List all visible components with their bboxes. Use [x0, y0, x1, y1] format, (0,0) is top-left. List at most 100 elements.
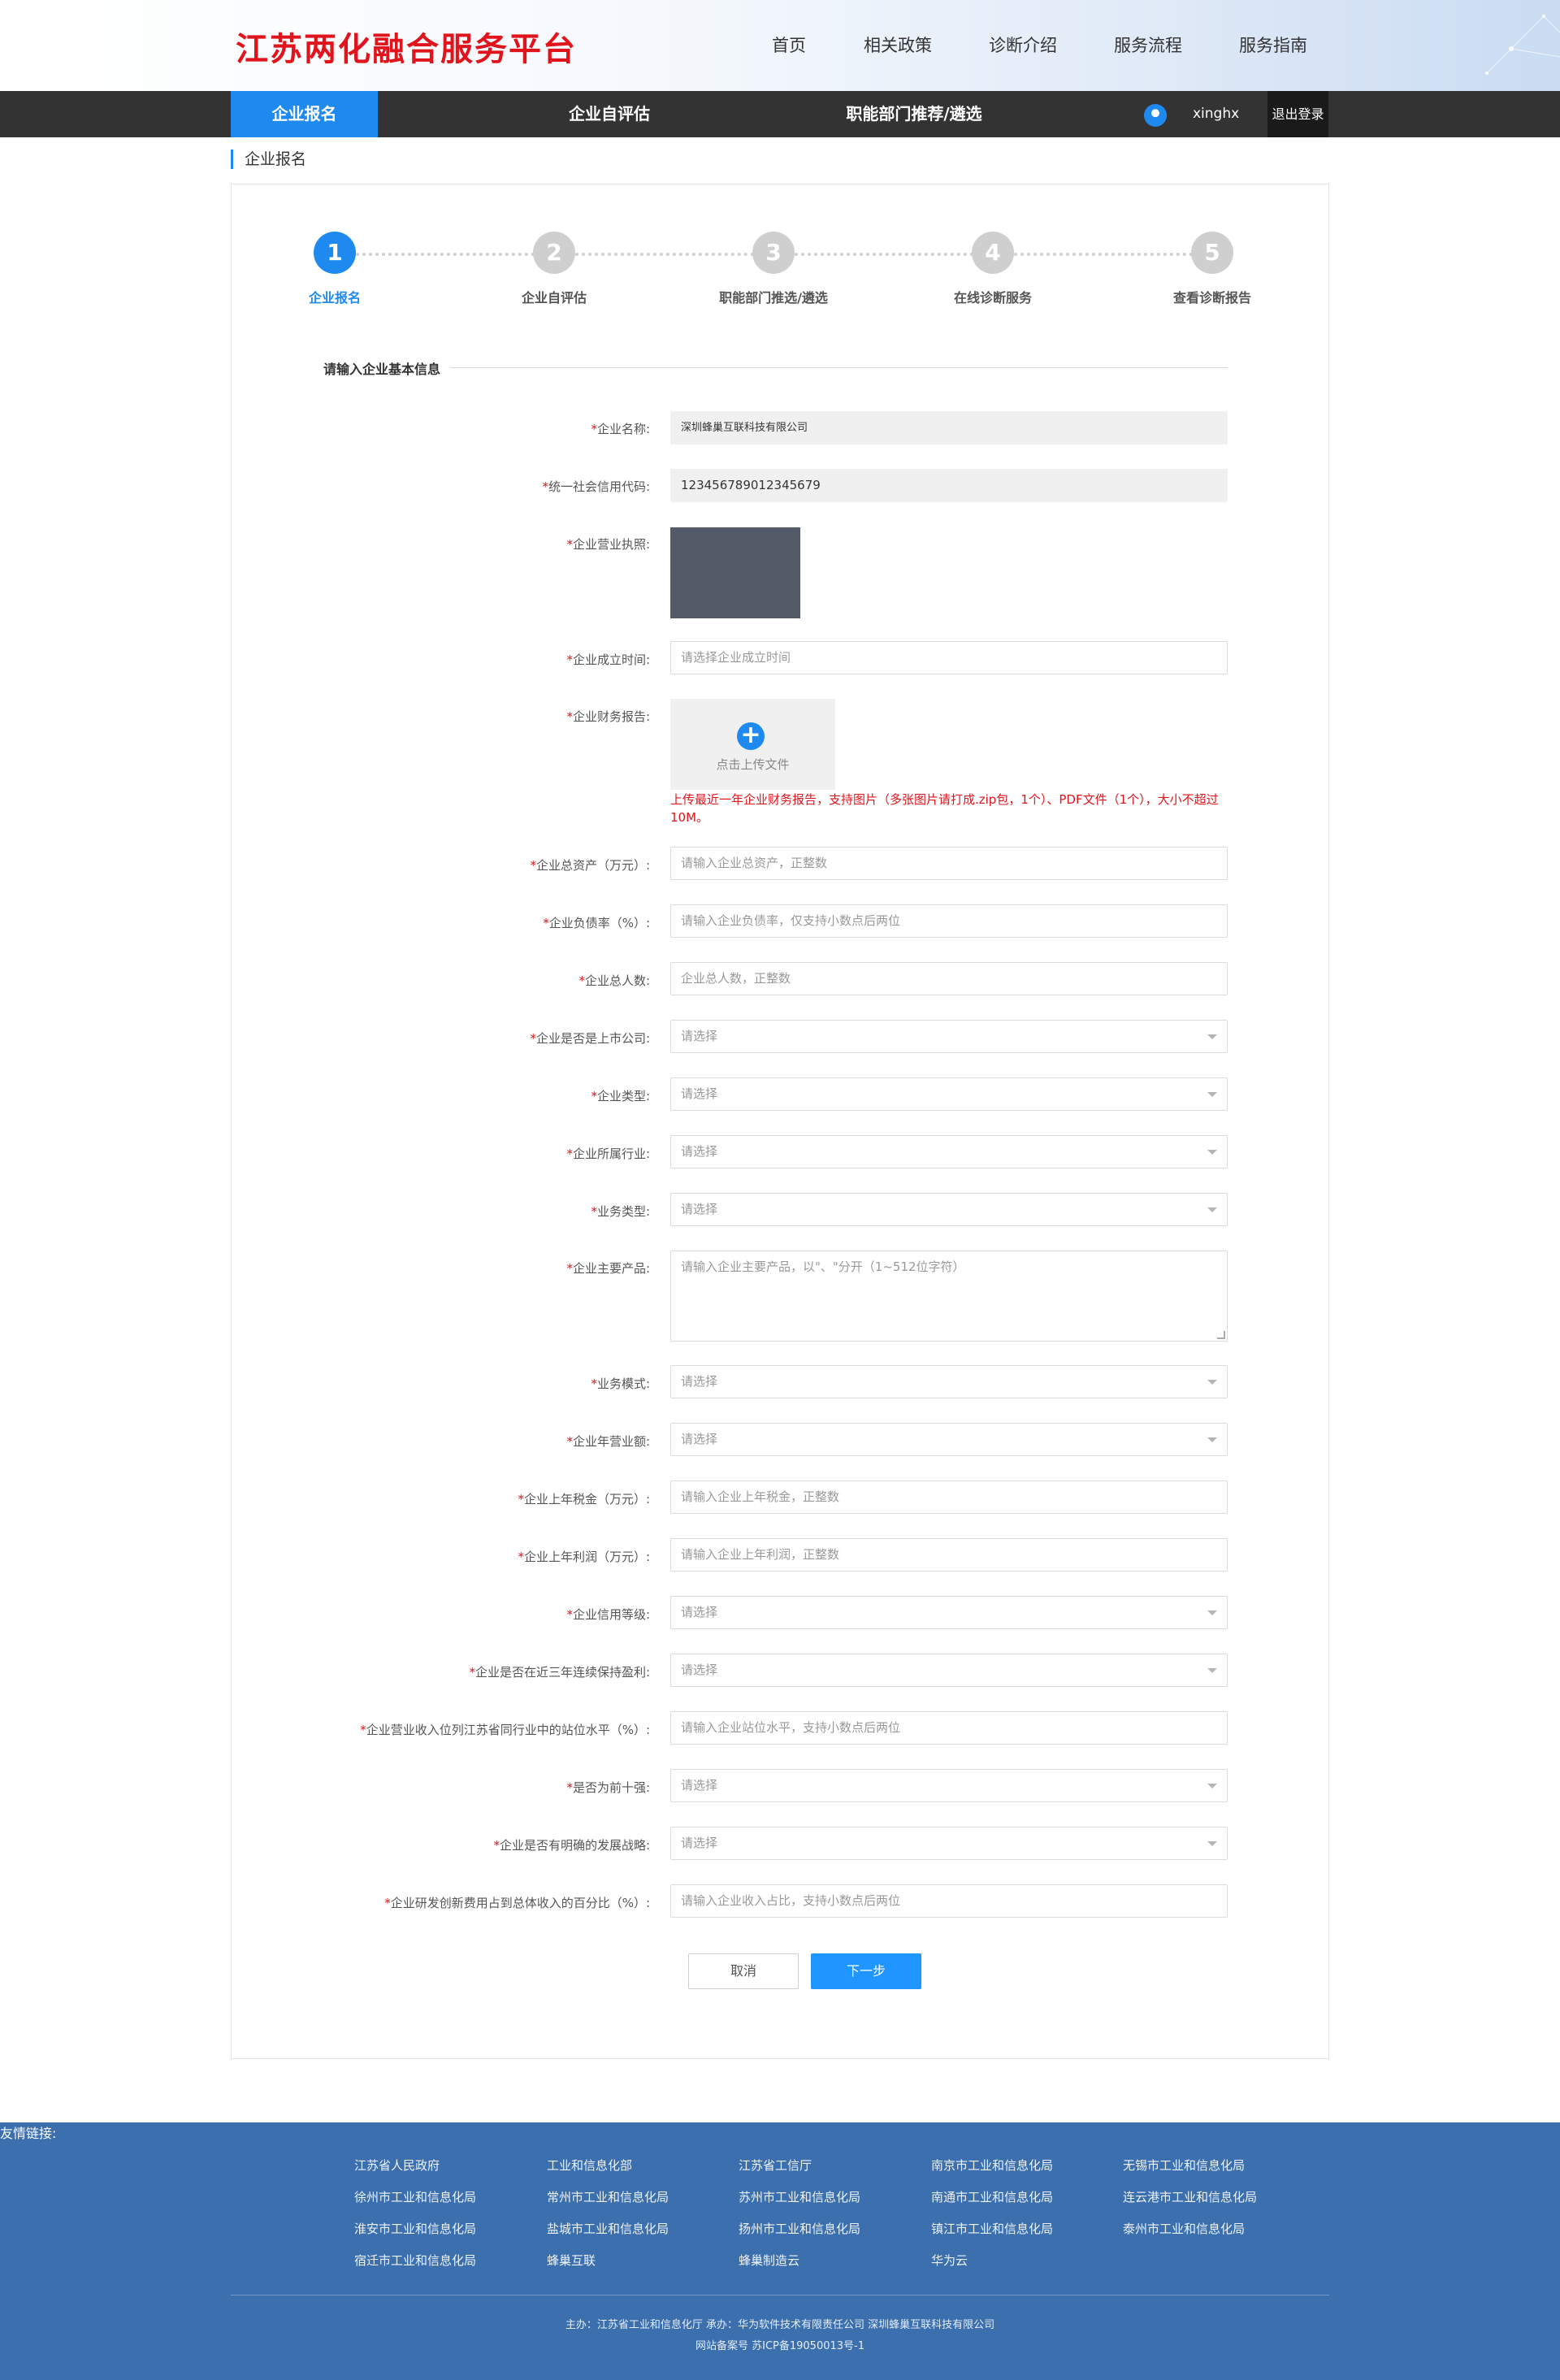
- top-ten-select[interactable]: 请选择: [670, 1769, 1228, 1802]
- logout-button[interactable]: 退出登录: [1268, 91, 1328, 137]
- revenue-rank-field[interactable]: 请输入企业站位水平，支持小数点后两位: [670, 1711, 1228, 1745]
- step-2-circle: 2: [533, 232, 575, 274]
- footer-link[interactable]: 泰州市工业和信息化局: [1123, 2220, 1245, 2237]
- footer-link[interactable]: 淮安市工业和信息化局: [354, 2220, 476, 2237]
- upload-hint: 上传最近一年企业财务报告，支持图片（多张图片请打成.zip包，1个）、PDF文件…: [670, 792, 1219, 825]
- listed-label: *企业是否是上市公司:: [530, 1031, 650, 1046]
- founded-label: *企业成立时间:: [566, 652, 650, 667]
- employees-label: *企业总人数:: [578, 973, 650, 988]
- listed-select[interactable]: 请选择: [670, 1020, 1228, 1053]
- resize-grip-icon[interactable]: [1217, 1331, 1225, 1339]
- last-profit-label: *企业上年利润（万元）:: [518, 1550, 650, 1564]
- footer-link[interactable]: 连云港市工业和信息化局: [1123, 2188, 1257, 2205]
- founded-date-field[interactable]: 请选择企业成立时间: [670, 641, 1228, 674]
- credit-code-label: *统一社会信用代码:: [542, 479, 650, 494]
- debt-ratio-label: *企业负债率（%）:: [543, 916, 650, 930]
- step-5-circle: 5: [1191, 232, 1233, 274]
- username: xinghx: [1193, 106, 1240, 122]
- business-license-image[interactable]: [670, 527, 800, 618]
- products-textarea[interactable]: 请输入企业主要产品，以"、"分开（1~512位字符）: [670, 1251, 1228, 1342]
- user-avatar-icon: [1144, 104, 1167, 127]
- footer-link[interactable]: 常州市工业和信息化局: [547, 2188, 669, 2205]
- debt-ratio-field[interactable]: 请输入企业负债率，仅支持小数点后两位: [670, 904, 1228, 938]
- profitable-label: *企业是否在近三年连续保持盈利:: [469, 1665, 650, 1680]
- industry-select[interactable]: 请选择: [670, 1135, 1228, 1168]
- nav-service-guide[interactable]: 服务指南: [1239, 33, 1307, 57]
- company-name-label: *企业名称:: [591, 422, 650, 436]
- footer-link[interactable]: 苏州市工业和信息化局: [739, 2188, 860, 2205]
- finance-report-label: *企业财务报告:: [566, 709, 650, 724]
- nav-service-process[interactable]: 服务流程: [1114, 33, 1182, 57]
- footer-link[interactable]: 镇江市工业和信息化局: [931, 2220, 1053, 2237]
- products-placeholder: 请输入企业主要产品，以"、"分开（1~512位字符）: [681, 1259, 965, 1274]
- footer-sponsor-info: 主办：江苏省工业和信息化厅 承办：华为软件技术有限责任公司 深圳蜂巢互联科技有限…: [565, 2319, 995, 2331]
- company-type-label: *企业类型:: [591, 1089, 650, 1103]
- step-4-label: 在线诊断服务: [953, 290, 1032, 306]
- upload-text[interactable]: 点击上传文件: [670, 756, 835, 773]
- footer-link[interactable]: 蜂巢互联: [547, 2252, 596, 2269]
- credit-code-field[interactable]: 123456789012345679: [670, 469, 1228, 502]
- step-connector: [1014, 253, 1193, 256]
- footer-link[interactable]: 宿迁市工业和信息化局: [354, 2252, 476, 2269]
- breadcrumb: 企业报名: [231, 150, 306, 169]
- revenue-rank-label: *企业营业收入位列江苏省同行业中的站位水平（%）:: [360, 1723, 650, 1737]
- footer-link[interactable]: 徐州市工业和信息化局: [354, 2188, 476, 2205]
- footer-link[interactable]: 扬州市工业和信息化局: [739, 2220, 860, 2237]
- footer-link[interactable]: 蜂巢制造云: [739, 2252, 800, 2269]
- footer-icp: 网站备案号 苏ICP备19050013号-1: [695, 2340, 864, 2352]
- products-label: *企业主要产品:: [566, 1261, 650, 1276]
- step-connector: [795, 253, 973, 256]
- step-2-label: 企业自评估: [521, 290, 587, 306]
- section-divider: [450, 367, 1228, 368]
- site-logo[interactable]: 江苏两化融合服务平台: [236, 23, 577, 70]
- footer-link[interactable]: 南京市工业和信息化局: [931, 2157, 1053, 2174]
- credit-level-label: *企业信用等级:: [566, 1607, 650, 1622]
- rd-ratio-label: *企业研发创新费用占到总体收入的百分比（%）:: [384, 1896, 650, 1910]
- tab-self-assessment[interactable]: 企业自评估: [528, 91, 691, 137]
- section-title: 请输入企业基本信息: [323, 362, 441, 377]
- industry-label: *企业所属行业:: [566, 1147, 650, 1161]
- total-assets-field[interactable]: 请输入企业总资产，正整数: [670, 847, 1228, 880]
- company-name-field[interactable]: 深圳蜂巢互联科技有限公司: [670, 411, 1228, 444]
- footer-link[interactable]: 盐城市工业和信息化局: [547, 2220, 669, 2237]
- footer-link[interactable]: 江苏省工信厅: [739, 2157, 812, 2174]
- last-tax-field[interactable]: 请输入企业上年税金，正整数: [670, 1480, 1228, 1514]
- step-3-label: 职能部门推选/遴选: [719, 290, 828, 306]
- step-1-circle: 1: [314, 232, 356, 274]
- footer-link[interactable]: 华为云: [931, 2252, 968, 2269]
- credit-level-select[interactable]: 请选择: [670, 1596, 1228, 1629]
- strategy-select[interactable]: 请选择: [670, 1827, 1228, 1860]
- top-ten-label: *是否为前十强:: [566, 1780, 650, 1795]
- footer-links-title: 友情链接:: [0, 2126, 57, 2141]
- tab-enterprise-registration[interactable]: 企业报名: [231, 91, 378, 137]
- employees-field[interactable]: 企业总人数，正整数: [670, 962, 1228, 995]
- step-connector: [575, 253, 754, 256]
- last-profit-field[interactable]: 请输入企业上年利润，正整数: [670, 1538, 1228, 1571]
- rd-ratio-field[interactable]: 请输入企业收入占比，支持小数点后两位: [670, 1884, 1228, 1918]
- next-button[interactable]: 下一步: [811, 1953, 921, 1989]
- last-tax-label: *企业上年税金（万元）:: [518, 1492, 650, 1506]
- business-mode-label: *业务模式:: [591, 1376, 650, 1391]
- step-1-label: 企业报名: [308, 290, 361, 306]
- nav-home[interactable]: 首页: [772, 33, 806, 57]
- step-5-label: 查看诊断报告: [1172, 290, 1251, 306]
- nav-diagnosis-intro[interactable]: 诊断介绍: [989, 33, 1057, 57]
- business-mode-select[interactable]: 请选择: [670, 1365, 1228, 1398]
- profitable-select[interactable]: 请选择: [670, 1654, 1228, 1687]
- annual-revenue-select[interactable]: 请选择: [670, 1423, 1228, 1456]
- footer-link[interactable]: 工业和信息化部: [547, 2157, 632, 2174]
- step-3-circle: 3: [752, 232, 795, 274]
- company-type-select[interactable]: 请选择: [670, 1077, 1228, 1111]
- total-assets-label: *企业总资产（万元）:: [530, 858, 650, 873]
- footer-link[interactable]: 江苏省人民政府: [354, 2157, 440, 2174]
- business-type-label: *业务类型:: [591, 1204, 650, 1219]
- strategy-label: *企业是否有明确的发展战略:: [493, 1838, 650, 1853]
- license-label: *企业营业执照:: [566, 537, 650, 552]
- footer-link[interactable]: 南通市工业和信息化局: [931, 2188, 1053, 2205]
- plus-icon[interactable]: +: [737, 722, 765, 750]
- footer-link[interactable]: 无锡市工业和信息化局: [1123, 2157, 1245, 2174]
- nav-policies[interactable]: 相关政策: [864, 33, 932, 57]
- cancel-button[interactable]: 取消: [688, 1953, 799, 1989]
- tab-department-selection[interactable]: 职能部门推荐/遴选: [812, 91, 1016, 137]
- business-type-select[interactable]: 请选择: [670, 1193, 1228, 1226]
